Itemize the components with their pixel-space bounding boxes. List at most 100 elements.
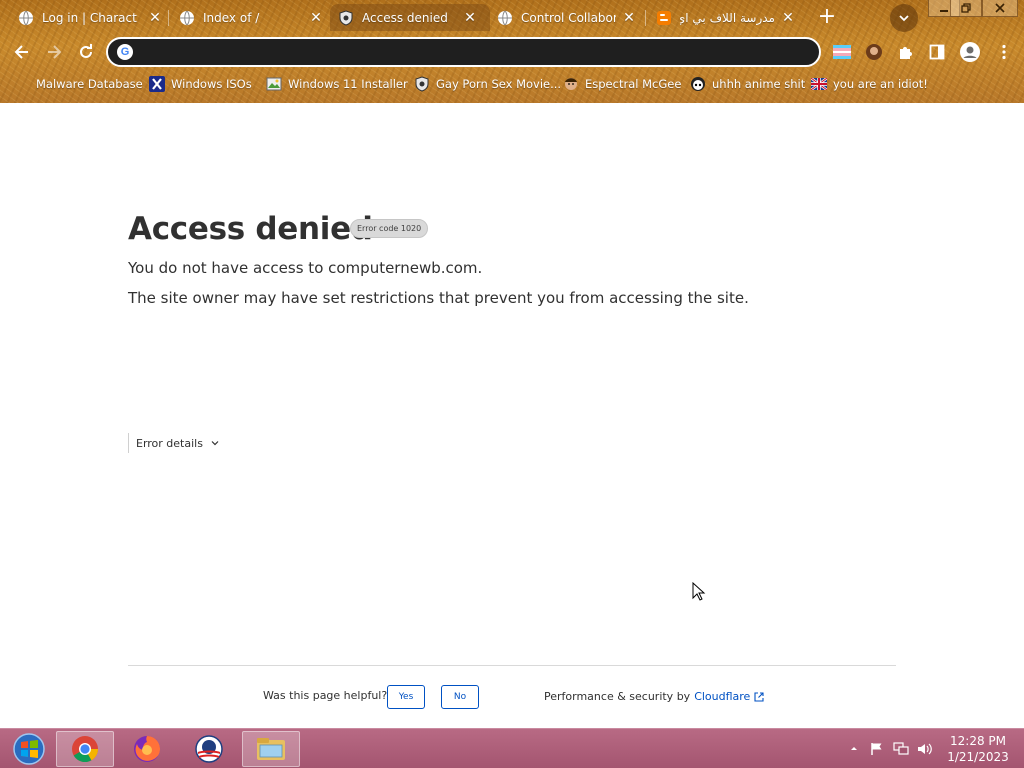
chevron-up-icon bbox=[851, 747, 857, 750]
minimize-icon bbox=[940, 10, 948, 12]
globe-icon bbox=[497, 10, 513, 26]
footer-divider bbox=[128, 665, 896, 666]
reload-icon bbox=[80, 44, 92, 58]
network-icon[interactable] bbox=[893, 741, 909, 757]
globe-icon bbox=[179, 10, 195, 26]
tab-control-collaborat[interactable]: Control Collaborat ✕ bbox=[497, 4, 637, 31]
taskbar-obama-app[interactable] bbox=[180, 731, 238, 767]
tab-access-denied[interactable]: Access denied ✕ bbox=[330, 4, 490, 31]
taskbar-chrome[interactable] bbox=[56, 731, 114, 767]
menu-dots-icon[interactable] bbox=[994, 42, 1014, 62]
forward-button[interactable] bbox=[42, 40, 66, 64]
clock-date: 1/21/2023 bbox=[947, 750, 1009, 764]
page-content: Access denied Error code 1020 You do not… bbox=[0, 103, 1024, 728]
tab-title: مدرسة اللاف بي اي bbox=[680, 10, 775, 25]
back-button[interactable] bbox=[10, 40, 34, 64]
face-icon bbox=[563, 76, 579, 92]
close-icon[interactable]: ✕ bbox=[462, 10, 478, 26]
bookmark-gay-porn-sex-movie[interactable]: Gay Porn Sex Movie... bbox=[414, 74, 561, 94]
flag-icon bbox=[871, 743, 882, 755]
taskbar-file-explorer[interactable] bbox=[242, 731, 300, 767]
restore-button[interactable] bbox=[950, 0, 982, 17]
tab-title: Control Collaborat bbox=[521, 10, 616, 25]
anime-face-icon bbox=[690, 76, 706, 92]
tab-log-in[interactable]: Log in | Character ✕ bbox=[18, 4, 163, 31]
uk-flag-icon bbox=[811, 76, 827, 92]
google-icon: G bbox=[117, 44, 133, 60]
tab-blogger[interactable]: مدرسة اللاف بي اي ✕ bbox=[656, 4, 796, 31]
bookmark-you-are-an-idiot[interactable]: you are an idiot! bbox=[811, 74, 928, 94]
restriction-message: The site owner may have set restrictions… bbox=[128, 289, 749, 307]
tab-title: Access denied bbox=[362, 10, 448, 25]
no-button[interactable]: No bbox=[441, 685, 479, 709]
bookmark-windows-11-installer[interactable]: Windows 11 Installer bbox=[266, 74, 408, 94]
windows-start-icon bbox=[13, 733, 45, 765]
tab-index-of[interactable]: Index of / ✕ bbox=[179, 4, 324, 31]
profile-icon[interactable] bbox=[958, 40, 982, 64]
bookmark-label: Malware Database bbox=[36, 77, 143, 91]
forward-arrow-icon bbox=[48, 45, 62, 59]
close-icon[interactable]: ✕ bbox=[308, 10, 324, 26]
shield-icon bbox=[414, 76, 430, 92]
tab-title: Index of / bbox=[203, 10, 260, 25]
bookmark-label: Windows 11 Installer bbox=[288, 77, 408, 91]
close-icon[interactable]: ✕ bbox=[147, 10, 163, 26]
reload-button[interactable] bbox=[74, 40, 98, 64]
bookmark-label: Gay Porn Sex Movie... bbox=[436, 77, 562, 91]
taskbar: 12:28 PM 1/21/2023 bbox=[0, 728, 1024, 768]
tab-title: Log in | Character bbox=[42, 10, 137, 25]
action-center-icon[interactable] bbox=[869, 741, 885, 757]
mouse-cursor-icon bbox=[692, 582, 706, 601]
close-icon[interactable]: ✕ bbox=[621, 10, 637, 26]
chevron-down-icon bbox=[211, 441, 219, 446]
yes-button[interactable]: Yes bbox=[387, 685, 425, 709]
taskbar-firefox[interactable] bbox=[118, 731, 176, 767]
firefox-icon bbox=[134, 736, 160, 762]
side-panel-icon[interactable] bbox=[927, 42, 947, 62]
tab-separator bbox=[645, 10, 646, 26]
bookmark-label: you are an idiot! bbox=[833, 77, 928, 91]
page-title: Access denied bbox=[128, 211, 373, 247]
bookmark-malware-database[interactable]: Malware Database bbox=[14, 74, 143, 94]
folder-icon bbox=[14, 76, 30, 92]
flag-extension-icon[interactable] bbox=[832, 42, 852, 62]
x-logo-icon bbox=[149, 76, 165, 92]
avatar-extension-icon[interactable] bbox=[864, 42, 884, 62]
performance-footer: Performance & security by Cloudflare bbox=[544, 690, 764, 703]
close-icon[interactable]: ✕ bbox=[780, 10, 796, 26]
puzzle-icon[interactable] bbox=[896, 42, 916, 62]
picture-icon bbox=[266, 76, 282, 92]
bookmark-label: Windows ISOs bbox=[171, 77, 252, 91]
blogger-icon bbox=[656, 10, 672, 26]
access-message: You do not have access to computernewb.c… bbox=[128, 259, 483, 277]
browser-chrome: Log in | Character ✕ Index of / ✕ Access… bbox=[0, 0, 1024, 103]
new-tab-button[interactable]: + bbox=[815, 6, 839, 30]
bookmark-uhhh-anime-shit[interactable]: uhhh anime shit bbox=[690, 74, 805, 94]
url-input[interactable] bbox=[144, 43, 804, 61]
bookmark-label: Espectral McGee bbox=[585, 77, 682, 91]
clock-time: 12:28 PM bbox=[950, 734, 1006, 748]
shield-icon bbox=[338, 9, 354, 26]
close-icon bbox=[995, 3, 1005, 13]
tab-separator bbox=[168, 10, 169, 26]
external-link-icon bbox=[754, 691, 764, 702]
address-bar[interactable]: G bbox=[106, 37, 821, 67]
globe-icon bbox=[18, 10, 34, 26]
bookmark-label: uhhh anime shit bbox=[712, 77, 806, 91]
system-clock[interactable]: 12:28 PM 1/21/2023 bbox=[940, 733, 1016, 765]
error-details-toggle[interactable]: Error details bbox=[128, 433, 220, 453]
tab-search-button[interactable] bbox=[890, 4, 918, 32]
start-button[interactable] bbox=[0, 731, 58, 767]
helpful-question: Was this page helpful? bbox=[263, 689, 388, 702]
chrome-icon bbox=[72, 736, 99, 763]
back-arrow-icon bbox=[14, 45, 28, 59]
error-code-badge: Error code 1020 bbox=[350, 219, 429, 238]
bookmark-espectral-mcgee[interactable]: Espectral McGee bbox=[563, 74, 681, 94]
chevron-down-icon bbox=[899, 15, 909, 22]
show-hidden-icons[interactable] bbox=[846, 741, 862, 757]
close-window-button[interactable] bbox=[982, 0, 1018, 17]
volume-icon[interactable] bbox=[917, 741, 933, 757]
bookmark-windows-isos[interactable]: Windows ISOs bbox=[149, 74, 252, 94]
cloudflare-link[interactable]: Cloudflare bbox=[694, 690, 750, 703]
performance-text: Performance & security by bbox=[544, 690, 691, 703]
